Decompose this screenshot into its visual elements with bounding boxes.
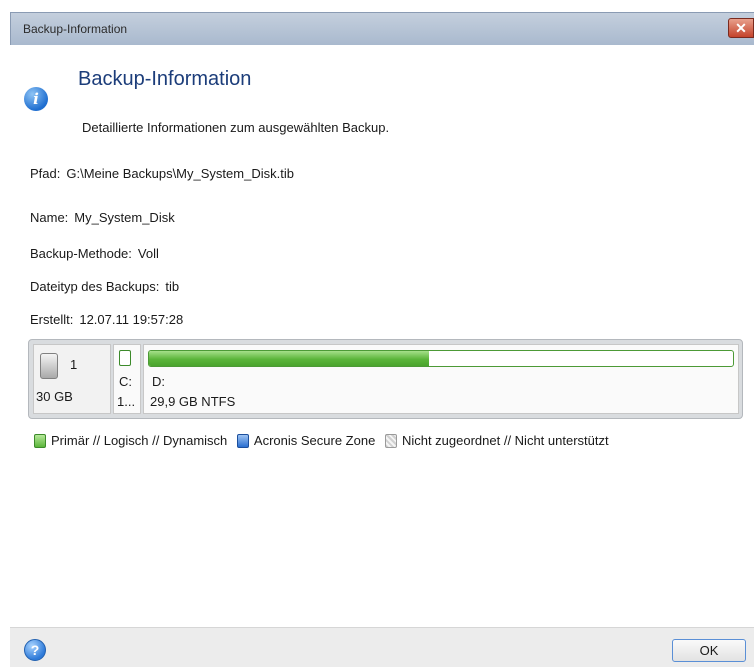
legend-primary-label: Primär // Logisch // Dynamisch bbox=[51, 432, 228, 448]
legend-unallocated: Nicht zugeordnet // Nicht unterstützt bbox=[384, 432, 609, 449]
footer: ? OK bbox=[10, 627, 754, 667]
path-value: G:\Meine Backups\My_System_Disk.tib bbox=[66, 166, 294, 181]
legend: Primär // Logisch // Dynamisch Acronis S… bbox=[34, 432, 615, 452]
close-button[interactable]: ✕ bbox=[728, 18, 754, 38]
name-row: Name: My_System_Disk bbox=[30, 210, 175, 225]
legend-unallocated-label: Nicht zugeordnet // Nicht unterstützt bbox=[401, 432, 609, 448]
legend-acronis: Acronis Secure Zone bbox=[236, 432, 376, 449]
method-label: Backup-Methode: bbox=[30, 246, 132, 261]
partition-d-usage-bar bbox=[148, 350, 734, 367]
method-row: Backup-Methode: Voll bbox=[30, 246, 159, 261]
hard-drive-icon bbox=[40, 353, 58, 379]
disk-map: 1 30 GB C: 1... D: 29,9 GB NTFS bbox=[28, 339, 743, 419]
primary-swatch-icon bbox=[34, 434, 46, 449]
disk-info[interactable]: 1 30 GB bbox=[33, 344, 111, 414]
filetype-row: Dateityp des Backups: tib bbox=[30, 279, 179, 294]
partition-d[interactable]: D: 29,9 GB NTFS bbox=[143, 344, 739, 414]
partition-d-info: 29,9 GB NTFS bbox=[150, 394, 236, 409]
created-value: 12.07.11 19:57:28 bbox=[79, 312, 184, 327]
window-title: Backup-Information bbox=[23, 22, 128, 36]
legend-primary: Primär // Logisch // Dynamisch bbox=[34, 433, 227, 449]
legend-acronis-label: Acronis Secure Zone bbox=[253, 432, 376, 448]
help-icon[interactable]: ? bbox=[24, 639, 46, 661]
path-label: Pfad: bbox=[30, 166, 61, 181]
partition-d-usage-fill bbox=[149, 351, 430, 366]
dialog-subtitle: Detaillierte Informationen zum ausgewähl… bbox=[82, 120, 390, 135]
partition-c[interactable]: C: 1... bbox=[113, 344, 141, 414]
path-row: Pfad: G:\Meine Backups\My_System_Disk.tib bbox=[30, 166, 294, 181]
disk-size: 30 GB bbox=[36, 389, 73, 404]
name-value: My_System_Disk bbox=[74, 210, 175, 225]
created-row: Erstellt: 12.07.11 19:57:28 bbox=[30, 312, 183, 327]
partition-c-usage-bar bbox=[119, 350, 131, 366]
filetype-label: Dateityp des Backups: bbox=[30, 279, 160, 294]
info-icon: i bbox=[24, 87, 48, 111]
title-bar: Backup-Information ✕ bbox=[10, 12, 754, 45]
partition-d-letter: D: bbox=[152, 374, 165, 389]
ok-button[interactable]: OK bbox=[672, 639, 746, 662]
unallocated-swatch-icon bbox=[384, 434, 397, 449]
acronis-swatch-icon bbox=[236, 434, 249, 449]
partition-c-size: 1... bbox=[117, 394, 136, 409]
method-value: Voll bbox=[137, 246, 159, 261]
partition-c-letter: C: bbox=[119, 374, 132, 389]
disk-number: 1 bbox=[70, 357, 78, 372]
created-label: Erstellt: bbox=[30, 312, 74, 327]
dialog-heading: Backup-Information bbox=[78, 68, 252, 90]
name-label: Name: bbox=[30, 210, 69, 225]
filetype-value: tib bbox=[165, 279, 180, 294]
